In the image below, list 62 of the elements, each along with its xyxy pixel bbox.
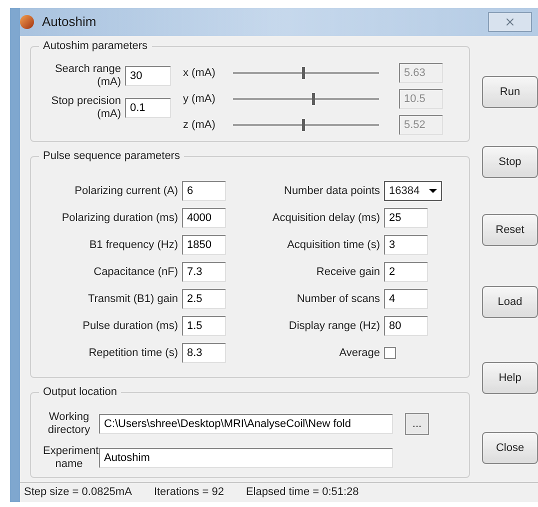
status-text: Step size = 0.0825mA <box>24 485 132 500</box>
field-label: Polarizing current (A) <box>74 184 178 199</box>
group-title: Autoshim parameters <box>39 39 152 53</box>
field-label: Display range (Hz) <box>288 318 380 334</box>
field-label: Capacitance (nF) <box>94 264 178 280</box>
slider-thumb[interactable] <box>302 67 305 79</box>
name-field[interactable]: Autoshim <box>99 448 393 468</box>
status-text: Iterations = 92 <box>154 485 224 500</box>
number-field[interactable]: 4000 <box>182 208 226 228</box>
number-field[interactable]: 80 <box>384 316 428 336</box>
field-label: Number of scans <box>296 292 380 307</box>
field-label: Acquisition delay (ms) <box>272 210 380 226</box>
action-button[interactable]: Run <box>482 76 538 108</box>
field-label: Receive gain <box>316 264 380 280</box>
slider-label: y (mA) <box>183 92 216 107</box>
action-button[interactable]: Load <box>482 286 538 318</box>
number-field[interactable]: 0.1 <box>125 98 171 118</box>
field-label: Acquisition time (s) <box>287 238 380 253</box>
field-label: Transmit (B1) gain <box>88 292 178 307</box>
group-title: Output location <box>39 385 121 399</box>
status-text: Elapsed time = 0:51:28 <box>246 485 359 500</box>
field-label: Repetition time (s) <box>88 346 178 361</box>
number-field[interactable]: 6 <box>182 181 226 201</box>
action-button[interactable]: Close <box>482 432 538 464</box>
number-field[interactable]: 1850 <box>182 235 226 255</box>
slider-thumb[interactable] <box>302 119 305 131</box>
app-icon <box>20 15 34 29</box>
field-label: B1 frequency (Hz) <box>89 238 178 253</box>
number-field[interactable]: 7.3 <box>182 262 226 282</box>
slider-label: x (mA) <box>183 66 216 81</box>
field-label: Pulse duration (ms) <box>82 318 178 334</box>
directory-field[interactable]: C:\Users\shree\Desktop\MRI\AnalyseCoil\New fold <box>99 414 393 434</box>
number-field[interactable]: 8.3 <box>182 343 226 363</box>
checkbox[interactable] <box>384 347 396 359</box>
number-field[interactable]: 2.5 <box>182 289 226 309</box>
number-field[interactable]: 2 <box>384 262 428 282</box>
field-label: Polarizing duration (ms) <box>62 210 178 226</box>
field-label: Average <box>339 346 380 361</box>
field-label: Working directory <box>46 411 92 437</box>
action-button[interactable]: Stop <box>482 146 538 178</box>
action-button[interactable]: Help <box>482 362 538 394</box>
dropdown[interactable]: 16384 <box>384 181 442 201</box>
action-button[interactable]: Reset <box>482 214 538 246</box>
slider-thumb[interactable] <box>312 93 315 105</box>
slider-label: z (mA) <box>183 118 216 133</box>
close-icon <box>504 16 516 28</box>
field-label: Stop precision (mA) <box>50 95 121 121</box>
number-field[interactable]: 3 <box>384 235 428 255</box>
field-label: Number data points <box>284 184 380 199</box>
field-label: Search range (mA) <box>54 63 121 89</box>
browse-button[interactable]: ... <box>405 413 429 435</box>
number-field[interactable]: 30 <box>125 66 171 86</box>
group-title: Pulse sequence parameters <box>39 149 184 163</box>
window-title: Autoshim <box>42 13 96 32</box>
number-field[interactable]: 1.5 <box>182 316 226 336</box>
slider[interactable] <box>233 119 379 131</box>
number-field[interactable]: 25 <box>384 208 428 228</box>
slider[interactable] <box>233 93 379 105</box>
caret-icon <box>429 189 437 193</box>
slider[interactable] <box>233 67 379 79</box>
close-button[interactable] <box>488 12 532 32</box>
number-field[interactable]: 4 <box>384 289 428 309</box>
